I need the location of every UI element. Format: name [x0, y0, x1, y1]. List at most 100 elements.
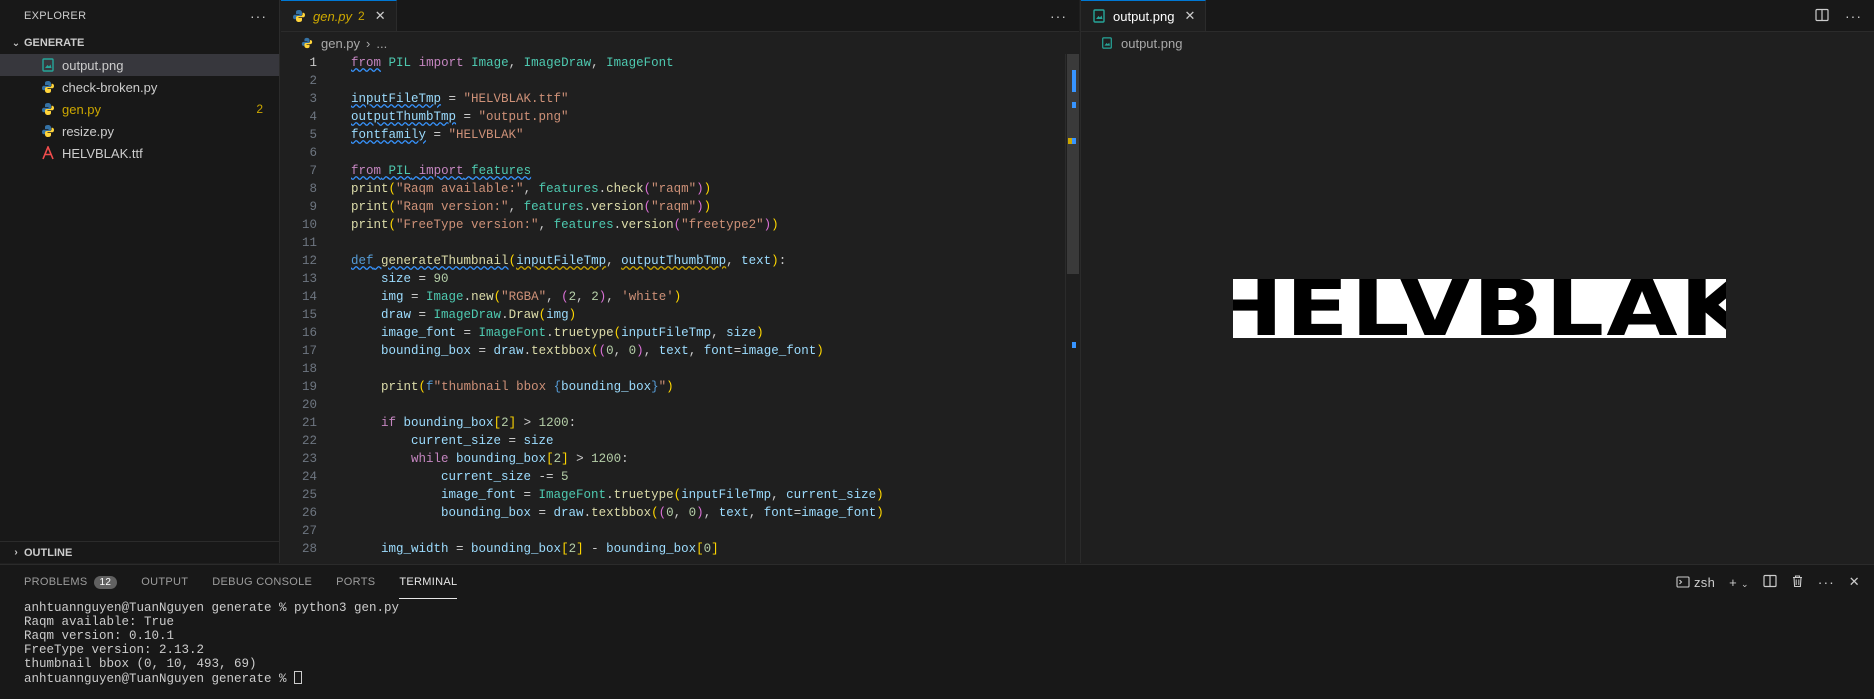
explorer-header: EXPLORER ··· — [0, 0, 279, 32]
file-item-gen-py[interactable]: gen.py 2 — [0, 98, 279, 120]
code-line: 15 draw = ImageDraw.Draw(img) — [301, 308, 577, 322]
breadcrumb-file[interactable]: output.png — [1121, 36, 1182, 51]
file-item-resize-py[interactable]: resize.py — [0, 120, 279, 142]
terminal-line: anhtuannguyen@TuanNguyen generate % pyth… — [24, 601, 400, 615]
code-line: 28 img_width = bounding_box[2] - boundin… — [301, 542, 719, 556]
file-name: output.png — [62, 57, 124, 73]
chevron-right-icon: › — [366, 35, 371, 51]
code-line: 12 def generateThumbnail(inputFileTmp, ou… — [301, 254, 787, 268]
code-line: 18 — [301, 362, 317, 376]
tab-terminal[interactable]: TERMINAL — [399, 565, 458, 599]
outline-section[interactable]: › OUTLINE — [0, 541, 280, 563]
terminal-line: thumbnail bbox (0, 10, 493, 69) — [24, 657, 257, 671]
new-terminal-icon[interactable]: + ⌄ — [1729, 575, 1749, 590]
code-line: 5 fontfamily = "HELVBLAK" — [309, 128, 524, 142]
more-actions-icon[interactable]: ··· — [1818, 574, 1835, 590]
image-file-icon — [1099, 35, 1115, 51]
terminal-cursor — [294, 671, 303, 684]
editor-actions: ··· — [1050, 0, 1067, 32]
tab-gen-py[interactable]: gen.py 2 ✕ — [281, 0, 397, 31]
tab-label: gen.py — [313, 8, 353, 24]
close-panel-icon[interactable]: ✕ — [1849, 574, 1860, 590]
file-name: gen.py — [62, 101, 102, 117]
code-line: 16 image_font = ImageFont.truetype(input… — [301, 326, 764, 340]
code-line: 9 print("Raqm version:", features.version… — [309, 200, 712, 214]
file-item-output-png[interactable]: output.png — [0, 54, 279, 76]
tab-label: output.png — [1113, 8, 1175, 24]
code-line: 11 — [301, 236, 317, 250]
code-editor-group: gen.py 2 ✕ ··· gen.py › ... 1 from PIL im… — [281, 0, 1079, 563]
code-line: 22 current_size = size — [301, 434, 554, 448]
change-marker — [1072, 70, 1076, 92]
close-icon[interactable]: ✕ — [375, 8, 386, 24]
file-item-helvblak-ttf[interactable]: HELVBLAK.ttf — [0, 142, 279, 164]
code-line: 21 if bounding_box[2] > 1200: — [301, 416, 577, 430]
trash-icon[interactable] — [1791, 574, 1804, 591]
split-terminal-icon[interactable] — [1763, 574, 1777, 591]
chevron-down-icon: ⌄ — [11, 37, 21, 49]
code-line: 25 image_font = ImageFont.truetype(input… — [301, 488, 884, 502]
terminal-icon — [1676, 576, 1690, 588]
file-name: resize.py — [62, 123, 115, 139]
editor-scrollbar[interactable] — [1065, 54, 1079, 563]
font-file-icon — [40, 145, 56, 161]
more-actions-icon[interactable]: ··· — [1845, 8, 1862, 24]
terminal-line: FreeType version: 2.13.2 — [24, 643, 205, 657]
tab-problems[interactable]: PROBLEMS 12 — [24, 565, 118, 599]
code-line: 19 print(f"thumbnail bbox {bounding_box}… — [301, 380, 674, 394]
code-area[interactable]: 1 from PIL import Image, ImageDraw, Image… — [281, 54, 1071, 563]
code-line: 20 — [301, 398, 317, 412]
terminal-output[interactable]: anhtuannguyen@TuanNguyen generate % pyth… — [0, 599, 1874, 686]
terminal-line: Raqm version: 0.10.1 — [24, 629, 175, 643]
code-line: 6 — [309, 146, 317, 160]
code-line: 27 — [301, 524, 317, 538]
tab-output[interactable]: OUTPUT — [141, 565, 188, 599]
file-item-check-broken-py[interactable]: check-broken.py — [0, 76, 279, 98]
code-line: 23 while bounding_box[2] > 1200: — [301, 452, 629, 466]
preview-tabbar: output.png ✕ ··· — [1081, 0, 1874, 32]
image-preview-group: output.png ✕ ··· output.png HELVBLAK — [1080, 0, 1874, 563]
python-file-icon — [40, 123, 56, 139]
python-file-icon — [291, 8, 307, 24]
code-line: 24 current_size -= 5 — [301, 470, 569, 484]
panel-tabs: PROBLEMS 12 OUTPUT DEBUG CONSOLE PORTS T… — [0, 565, 1874, 599]
chevron-right-icon: › — [14, 547, 18, 558]
explorer-title: EXPLORER — [24, 10, 87, 22]
terminal-prompt-line: anhtuannguyen@TuanNguyen generate % — [24, 671, 1874, 686]
terminal-shell-selector[interactable]: zsh — [1676, 575, 1715, 590]
tab-problem-count: 2 — [358, 9, 365, 23]
python-file-icon — [40, 79, 56, 95]
image-file-icon — [1091, 8, 1107, 24]
image-file-icon — [40, 57, 56, 73]
close-icon[interactable]: ✕ — [1184, 8, 1195, 24]
code-line: 4 outputThumbTmp = "output.png" — [309, 110, 569, 124]
folder-name: GENERATE — [24, 37, 85, 49]
problems-count-badge: 12 — [93, 575, 118, 589]
outline-title: OUTLINE — [24, 546, 73, 559]
output-image-preview: HELVBLAK — [1233, 279, 1726, 338]
breadcrumb-symbol[interactable]: ... — [376, 36, 387, 51]
tab-output-png[interactable]: output.png ✕ — [1081, 0, 1207, 31]
more-actions-icon[interactable]: ··· — [1050, 8, 1067, 24]
code-line: 2 — [309, 74, 317, 88]
change-marker — [1072, 342, 1076, 348]
code-line: 14 img = Image.new("RGBA", (2, 2), 'whit… — [301, 290, 682, 304]
python-file-icon — [40, 101, 56, 117]
preview-actions: ··· — [1815, 0, 1862, 32]
tab-debug-console[interactable]: DEBUG CONSOLE — [212, 565, 312, 599]
more-actions-icon[interactable]: ··· — [250, 8, 267, 24]
breadcrumb-file[interactable]: gen.py — [321, 36, 360, 51]
code-line: 7 from PIL import features — [309, 164, 532, 178]
code-line: 8 print("Raqm available:", features.check… — [309, 182, 712, 196]
folder-header[interactable]: ⌄ GENERATE — [0, 32, 279, 54]
problem-count-badge: 2 — [256, 102, 263, 116]
breadcrumb: output.png — [1081, 32, 1874, 54]
preview-text: HELVBLAK — [1233, 279, 1726, 338]
change-marker — [1072, 102, 1076, 108]
code-line: 1 from PIL import Image, ImageDraw, Image… — [309, 56, 674, 70]
code-line: 17 bounding_box = draw.textbbox((0, 0), … — [301, 344, 824, 358]
code-line: 26 bounding_box = draw.textbbox((0, 0), … — [301, 506, 884, 520]
split-editor-icon[interactable] — [1815, 8, 1829, 25]
panel-actions: zsh + ⌄ ··· ✕ — [1676, 565, 1860, 599]
tab-ports[interactable]: PORTS — [336, 565, 375, 599]
